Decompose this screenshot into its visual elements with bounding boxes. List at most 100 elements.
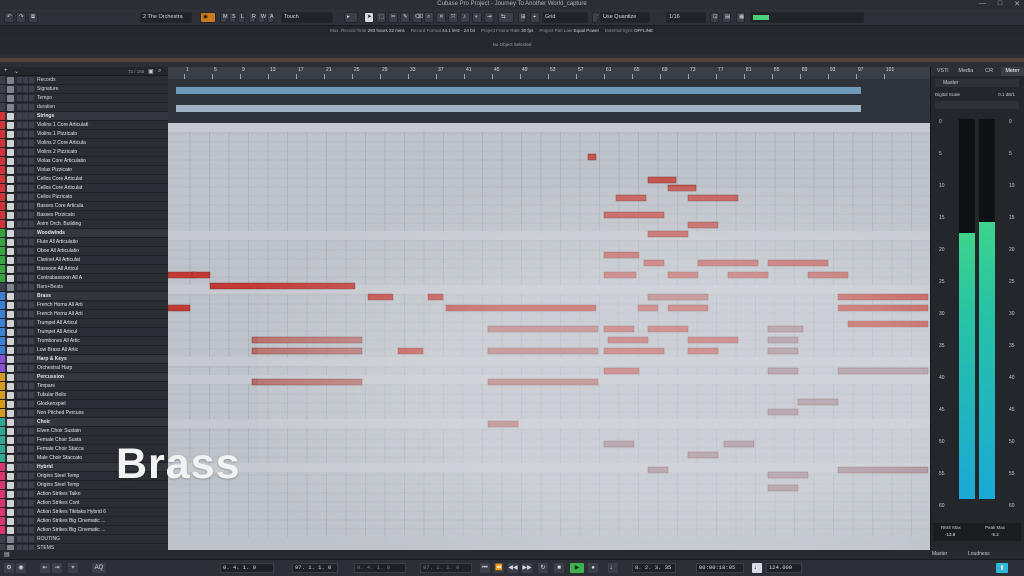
record-enable-button[interactable] <box>29 347 34 353</box>
record-enable-button[interactable] <box>29 320 34 326</box>
color-tool-icon[interactable]: ◐ <box>472 12 482 23</box>
record-enable-button[interactable] <box>29 500 34 506</box>
solo-button[interactable] <box>23 194 28 200</box>
nudge-icon[interactable]: ⇆ <box>498 12 514 23</box>
solo-button[interactable] <box>23 482 28 488</box>
midi-part[interactable] <box>767 336 799 344</box>
instrument-track[interactable]: Action Strikes Big Cinematic ... 6 <box>0 526 168 535</box>
marker-window-icon[interactable]: ▮ <box>996 563 1008 573</box>
mute-button[interactable] <box>17 167 22 173</box>
solo-button[interactable] <box>23 509 28 515</box>
master-selector[interactable]: Master <box>935 79 1019 87</box>
midi-part[interactable] <box>647 466 669 474</box>
midi-part[interactable] <box>667 271 699 279</box>
mute-button[interactable]: M <box>220 12 228 23</box>
read-button[interactable]: R <box>249 12 256 23</box>
record-enable-button[interactable] <box>29 194 34 200</box>
instrument-track[interactable]: Basses Pizzicato <box>0 211 168 220</box>
folder-track[interactable]: Woodwinds <box>0 229 168 238</box>
mute-button[interactable] <box>17 536 22 542</box>
solo-button[interactable] <box>23 113 28 119</box>
mute-button[interactable] <box>17 527 22 533</box>
midi-part[interactable] <box>667 304 709 312</box>
solo-button[interactable] <box>23 104 28 110</box>
minimize-icon[interactable]: — <box>979 0 986 8</box>
midi-part[interactable] <box>767 347 799 355</box>
mute-button[interactable] <box>17 266 22 272</box>
solo-button[interactable] <box>23 347 28 353</box>
add-track-icon[interactable]: + <box>4 68 8 74</box>
instrument-track[interactable]: Basses Core Articula <box>0 202 168 211</box>
special-track[interactable]: ROUTING <box>0 535 168 544</box>
midi-part[interactable] <box>587 153 597 161</box>
automation-button[interactable]: A <box>267 12 274 23</box>
play-tool-icon[interactable]: ♪ <box>460 12 470 23</box>
record-enable-button[interactable] <box>29 248 34 254</box>
record-enable-button[interactable] <box>29 212 34 218</box>
midi-part[interactable] <box>723 440 755 448</box>
midi-part[interactable] <box>837 304 929 312</box>
instrument-track[interactable]: Action Strikes Tikitaka Hybrid 6 <box>0 508 168 517</box>
solo-button[interactable] <box>23 221 28 227</box>
scale-value[interactable]: 0.1 dB/1 <box>998 91 1015 99</box>
mute-button[interactable] <box>17 86 22 92</box>
mute-button[interactable] <box>17 149 22 155</box>
solo-button[interactable]: S <box>229 12 236 23</box>
mute-button[interactable] <box>17 491 22 497</box>
pre-roll-icon[interactable]: ⇤ <box>40 563 50 573</box>
solo-button[interactable] <box>23 527 28 533</box>
punch-in-display[interactable]: 0. 4. 1. 0 <box>354 563 406 573</box>
midi-part[interactable] <box>397 347 424 355</box>
solo-button[interactable] <box>23 455 28 461</box>
time-warp-tool-icon[interactable]: ⤧ <box>448 12 458 23</box>
iterative-quantize-icon[interactable]: ⊡ <box>710 12 719 23</box>
midi-part[interactable] <box>487 378 599 386</box>
record-enable-button[interactable] <box>29 401 34 407</box>
instrument-track[interactable]: Orchestral Harp <box>0 364 168 373</box>
midi-part[interactable] <box>767 259 829 267</box>
record-enable-button[interactable] <box>29 275 34 281</box>
solo-button[interactable] <box>23 437 28 443</box>
search-icon[interactable]: ⌕ <box>158 68 161 75</box>
solo-button[interactable] <box>23 149 28 155</box>
mute-button[interactable] <box>17 392 22 398</box>
solo-button[interactable] <box>23 158 28 164</box>
record-enable-button[interactable] <box>29 131 34 137</box>
special-track[interactable]: Tempo <box>0 94 168 103</box>
midi-part[interactable] <box>209 282 356 290</box>
solo-button[interactable] <box>23 275 28 281</box>
split-tool-icon[interactable]: ✂ <box>388 12 398 23</box>
instrument-track[interactable]: Violins 1 Pizzicato <box>0 130 168 139</box>
record-enable-button[interactable] <box>29 446 34 452</box>
meter-reset-bar[interactable] <box>935 101 1019 109</box>
midi-part[interactable] <box>767 367 799 375</box>
mute-button[interactable] <box>17 320 22 326</box>
instrument-track[interactable]: French Horns All Arti <box>0 301 168 310</box>
mute-button[interactable] <box>17 113 22 119</box>
mute-button[interactable] <box>17 419 22 425</box>
mute-button[interactable] <box>17 302 22 308</box>
record-enable-button[interactable] <box>29 122 34 128</box>
punch-icon[interactable]: ⌖ <box>68 563 78 573</box>
folder-track[interactable]: Choir <box>0 418 168 427</box>
solo-button[interactable] <box>23 320 28 326</box>
solo-button[interactable] <box>23 95 28 101</box>
mute-button[interactable] <box>17 95 22 101</box>
midi-part[interactable] <box>168 304 191 312</box>
solo-button[interactable] <box>23 185 28 191</box>
midi-part[interactable] <box>251 347 363 355</box>
instrument-track[interactable]: Clarinet All Articulat <box>0 256 168 265</box>
range-tool-icon[interactable]: ⬚ <box>376 12 386 23</box>
midi-part[interactable] <box>667 184 697 192</box>
solo-button[interactable] <box>23 257 28 263</box>
midi-part[interactable] <box>837 293 929 301</box>
track-visibility-icon[interactable]: ▣ <box>148 68 154 75</box>
record-enable-button[interactable] <box>29 473 34 479</box>
record-enable-button[interactable] <box>29 176 34 182</box>
instrument-track[interactable]: Violas Pizzicato <box>0 166 168 175</box>
midi-part[interactable] <box>603 251 640 259</box>
midi-part[interactable] <box>637 304 659 312</box>
color-palette-icon[interactable]: ▦ <box>736 12 745 23</box>
special-track[interactable]: Records <box>0 76 168 85</box>
record-enable-button[interactable] <box>29 284 34 290</box>
